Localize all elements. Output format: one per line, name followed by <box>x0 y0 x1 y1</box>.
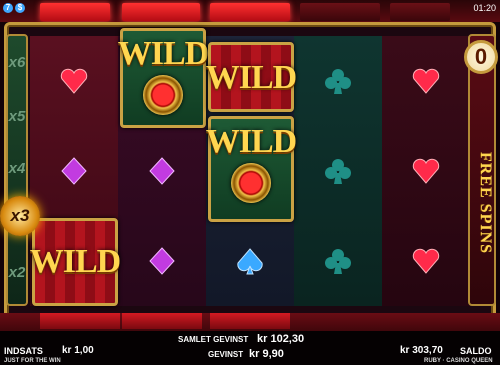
free-spins-panel: 0 FREE SPINS <box>464 34 498 306</box>
top-bar: 7 $ 01:20 <box>0 0 500 22</box>
wild-chip-symbol: WILD <box>205 116 297 222</box>
top-curtain <box>210 3 290 21</box>
win-value: kr 9,90 <box>249 348 284 360</box>
club-icon <box>325 69 351 94</box>
wild-label: WILD <box>29 243 121 280</box>
top-curtain <box>40 3 110 21</box>
heart-icon <box>412 68 440 94</box>
heart-icon <box>412 248 440 274</box>
spade-symbol <box>206 216 294 306</box>
reel-grid: WILD WILD WILD WILD <box>29 28 470 306</box>
top-curtain <box>122 3 200 21</box>
heart-symbol <box>382 216 470 306</box>
heart-symbol <box>30 36 118 126</box>
multiplier-x4: x4 <box>8 160 26 177</box>
balance-value: kr 303,70 <box>400 345 443 356</box>
bottom-curtain <box>122 313 202 329</box>
reel-5 <box>382 36 470 306</box>
casino-chip-icon <box>231 163 271 203</box>
wild-label: WILD <box>117 35 209 72</box>
wild-chip-symbol: WILD <box>117 28 209 128</box>
free-spins-label: FREE SPINS <box>477 151 494 255</box>
bottom-curtain <box>210 313 290 329</box>
heart-symbol <box>382 126 470 216</box>
club-symbol <box>294 216 382 306</box>
free-spins-count: 0 <box>464 40 498 74</box>
notification-icon[interactable]: 7 <box>3 3 13 13</box>
footer: INDSATS kr 1,00 JUST FOR THE WIN SAMLET … <box>0 313 500 365</box>
multiplier-x6: x6 <box>8 54 26 71</box>
system-icons: 7 $ <box>3 3 25 13</box>
multiplier-x5: x5 <box>8 108 26 125</box>
bottom-curtain <box>40 313 120 329</box>
top-curtain <box>390 3 450 21</box>
heart-symbol <box>382 36 470 126</box>
diamond-icon <box>149 247 175 275</box>
balance-label: SALDO <box>460 346 492 356</box>
total-win-value: kr 102,30 <box>257 333 305 345</box>
total-win-label: SAMLET GEVINST <box>178 335 249 344</box>
reel-4 <box>294 36 382 306</box>
multiplier-bar: x6 x5 x4 x2 <box>6 34 28 306</box>
club-icon <box>325 159 351 184</box>
bet-value[interactable]: kr 1,00 <box>62 345 94 356</box>
club-symbol <box>294 36 382 126</box>
diamond-icon <box>61 157 87 185</box>
casino-brand: RUBY · CASINO QUEEN <box>424 358 493 364</box>
heart-icon <box>412 158 440 184</box>
clock: 01:20 <box>473 3 496 13</box>
wild-symbol: WILD <box>29 218 121 306</box>
casino-chip-icon <box>143 75 183 115</box>
wild-symbol: WILD <box>205 42 297 112</box>
win-label: GEVINST <box>208 350 244 359</box>
spade-icon <box>237 248 263 275</box>
multiplier-x2: x2 <box>8 264 26 281</box>
dollar-icon[interactable]: $ <box>15 3 25 13</box>
bet-label: INDSATS <box>4 346 43 356</box>
wild-label: WILD <box>205 123 297 160</box>
top-curtain <box>300 3 380 21</box>
active-multiplier: x3 <box>0 196 40 236</box>
club-icon <box>325 249 351 274</box>
diamond-symbol <box>118 126 206 216</box>
diamond-symbol <box>118 216 206 306</box>
club-symbol <box>294 126 382 216</box>
wild-label: WILD <box>205 59 297 96</box>
game-subtitle: JUST FOR THE WIN <box>4 358 61 364</box>
diamond-symbol <box>30 126 118 216</box>
heart-icon <box>60 68 88 94</box>
diamond-icon <box>149 157 175 185</box>
